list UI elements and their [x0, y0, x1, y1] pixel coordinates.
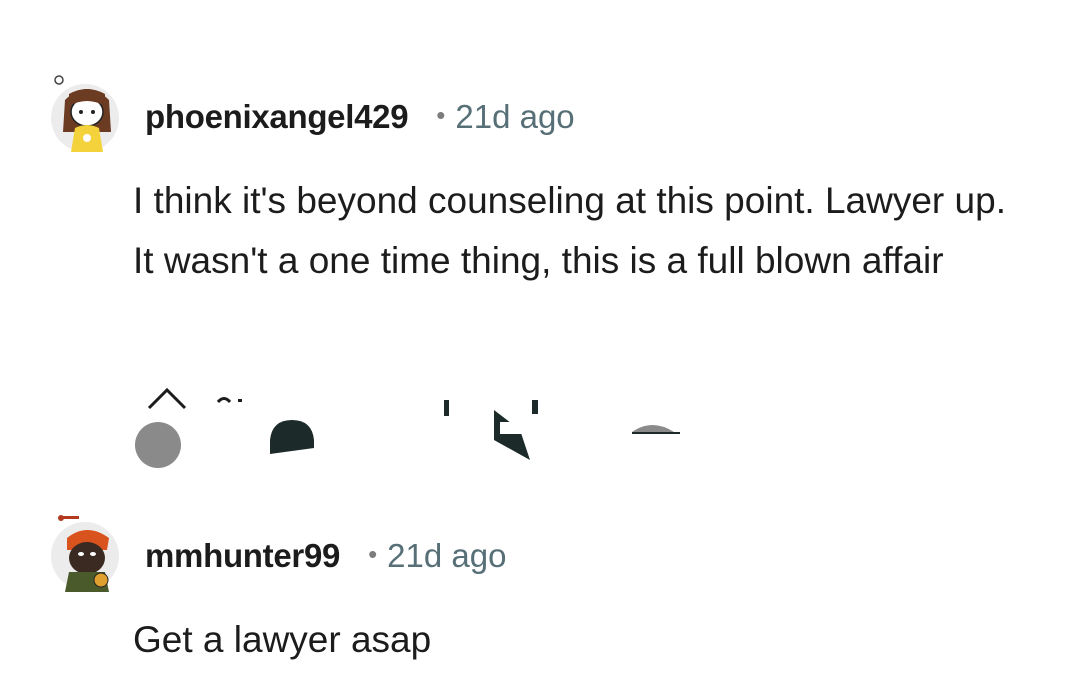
comment-body: I think it's beyond counseling at this p…: [133, 180, 1006, 281]
username[interactable]: mmhunter99: [145, 537, 340, 575]
comment-body: Get a lawyer asap: [133, 619, 432, 660]
vote-count-indicator: [135, 422, 181, 468]
upvote-icon[interactable]: [146, 386, 188, 410]
comment-meta: phoenixangel429 • 21d ago: [145, 98, 575, 136]
username[interactable]: phoenixangel429: [145, 98, 409, 136]
reply-icon[interactable]: [268, 418, 316, 456]
comment-age: 21d ago: [387, 537, 507, 574]
snoo-avatar-girl-icon: [54, 75, 111, 152]
comment-action-bar: [0, 380, 1080, 500]
vote-indicator-icon: [216, 397, 242, 404]
comment-meta: mmhunter99 • 21d ago: [145, 537, 506, 575]
more-options-icon[interactable]: [630, 420, 682, 436]
snoo-avatar-hunter-icon: [58, 515, 109, 592]
award-icon[interactable]: [436, 400, 548, 462]
meta-separator: •: [436, 99, 446, 130]
user-avatar-phoenixangel429[interactable]: [51, 75, 119, 152]
meta-separator: •: [368, 538, 378, 569]
user-avatar-mmhunter99[interactable]: [51, 515, 119, 592]
comment-age: 21d ago: [455, 98, 575, 135]
